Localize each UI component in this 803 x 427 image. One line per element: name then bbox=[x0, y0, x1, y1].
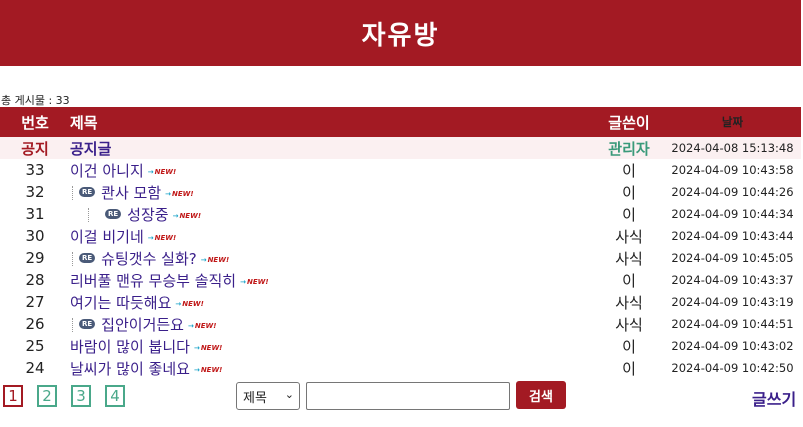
column-header-num: 번호 bbox=[0, 107, 70, 137]
notice-date: 2024-04-08 15:13:48 bbox=[664, 137, 801, 159]
new-badge-icon: NEW! bbox=[175, 300, 204, 308]
page-link-3[interactable]: 3 bbox=[71, 385, 91, 407]
notice-author: 관리자 bbox=[594, 137, 664, 159]
post-number: 26 bbox=[25, 315, 45, 333]
post-title-link[interactable]: 여기는 따듯해요 bbox=[70, 294, 171, 312]
page-link-1[interactable]: 1 bbox=[3, 385, 23, 407]
new-badge-icon: NEW! bbox=[194, 344, 223, 352]
post-date: 2024-04-09 10:43:58 bbox=[671, 163, 794, 177]
post-author: 이 bbox=[622, 205, 636, 224]
reply-indent-line bbox=[72, 186, 77, 200]
reply-badge-icon: RE bbox=[79, 187, 96, 197]
table-row: 28 리버풀 맨유 무승부 솔직히 NEW! 이 2024-04-09 10:43:37 bbox=[0, 269, 801, 291]
post-author: 사식 bbox=[615, 293, 643, 312]
table-row: 30 이걸 비기네 NEW! 사식 2024-04-09 10:43:44 bbox=[0, 225, 801, 247]
notice-title-link[interactable]: 공지글 bbox=[70, 140, 111, 158]
table-row: 32 RE 콴사 모함 NEW! 이 2024-04-09 10:44:26 bbox=[0, 181, 801, 203]
new-badge-icon: NEW! bbox=[188, 322, 217, 330]
search-field-select[interactable]: 제목 ⌄ bbox=[236, 382, 300, 410]
post-title-link[interactable]: 이걸 비기네 bbox=[70, 228, 144, 246]
reply-badge-icon: RE bbox=[79, 253, 96, 263]
post-author: 이 bbox=[622, 359, 636, 378]
board-header-banner: 자유방 bbox=[0, 0, 801, 66]
page-link-4[interactable]: 4 bbox=[105, 385, 125, 407]
post-date: 2024-04-09 10:43:19 bbox=[671, 295, 794, 309]
post-number: 27 bbox=[25, 293, 45, 311]
post-title-link[interactable]: 콴사 모함 bbox=[101, 184, 161, 202]
pagination: 1234 bbox=[3, 385, 125, 407]
column-header-date: 날짜 bbox=[664, 107, 801, 137]
new-badge-icon: NEW! bbox=[201, 256, 230, 264]
post-title-link[interactable]: 날씨가 많이 좋네요 bbox=[70, 360, 190, 378]
post-author: 사식 bbox=[615, 227, 643, 246]
post-author: 이 bbox=[622, 271, 636, 290]
post-date: 2024-04-09 10:44:34 bbox=[671, 207, 794, 221]
post-number: 25 bbox=[25, 337, 45, 355]
reply-badge-icon: RE bbox=[79, 319, 96, 329]
post-number: 30 bbox=[25, 227, 45, 245]
post-date: 2024-04-09 10:44:51 bbox=[671, 317, 794, 331]
notice-row: 공지 공지글 관리자 2024-04-08 15:13:48 bbox=[0, 137, 801, 159]
post-number: 33 bbox=[25, 161, 45, 179]
post-author: 이 bbox=[622, 161, 636, 180]
post-date: 2024-04-09 10:45:05 bbox=[671, 251, 794, 265]
post-number: 32 bbox=[25, 183, 45, 201]
new-badge-icon: NEW! bbox=[240, 278, 269, 286]
new-badge-icon: NEW! bbox=[165, 190, 194, 198]
reply-indent-line bbox=[88, 208, 103, 222]
reply-indent-line bbox=[72, 318, 77, 332]
column-header-title: 제목 bbox=[70, 107, 594, 137]
search-input[interactable] bbox=[306, 382, 510, 410]
post-table: 번호 제목 글쓴이 날짜 공지 공지글 관리자 2024-04-08 15:13… bbox=[0, 107, 801, 379]
post-title-link[interactable]: 바람이 많이 붑니다 bbox=[70, 338, 190, 356]
table-row: 25 바람이 많이 붑니다 NEW! 이 2024-04-09 10:43:02 bbox=[0, 335, 801, 357]
board-title: 자유방 bbox=[361, 20, 440, 51]
post-date: 2024-04-09 10:43:02 bbox=[671, 339, 794, 353]
new-badge-icon: NEW! bbox=[194, 366, 223, 374]
write-post-link[interactable]: 글쓰기 bbox=[752, 386, 796, 410]
post-title-link[interactable]: 이건 아니지 bbox=[70, 162, 144, 180]
post-author: 이 bbox=[622, 337, 636, 356]
post-author: 사식 bbox=[615, 315, 643, 334]
post-number: 31 bbox=[25, 205, 45, 223]
post-title-link[interactable]: 슈팅갯수 실화? bbox=[101, 250, 197, 268]
reply-badge-icon: RE bbox=[105, 209, 122, 219]
post-title-link[interactable]: 집안이거든요 bbox=[101, 316, 184, 334]
post-number: 24 bbox=[25, 359, 45, 377]
post-number: 28 bbox=[25, 271, 45, 289]
post-author: 사식 bbox=[615, 249, 643, 268]
table-header-row: 번호 제목 글쓴이 날짜 bbox=[0, 107, 801, 137]
post-title-link[interactable]: 성장중 bbox=[127, 206, 168, 224]
new-badge-icon: NEW! bbox=[148, 234, 177, 242]
new-badge-icon: NEW! bbox=[148, 168, 177, 176]
new-badge-icon: NEW! bbox=[173, 212, 201, 220]
table-row: 24 날씨가 많이 좋네요 NEW! 이 2024-04-09 10:42:50 bbox=[0, 357, 801, 379]
post-title-link[interactable]: 리버풀 맨유 무승부 솔직히 bbox=[70, 272, 236, 290]
chevron-down-icon: ⌄ bbox=[284, 388, 294, 401]
table-row: 26 RE 집안이거든요 NEW! 사식 2024-04-09 10:44:51 bbox=[0, 313, 801, 335]
table-row: 29 RE 슈팅갯수 실화? NEW! 사식 2024-04-09 10:45:05 bbox=[0, 247, 801, 269]
notice-label: 공지 bbox=[0, 137, 70, 159]
total-post-count: 총 게시물 : 33 bbox=[1, 94, 70, 107]
post-date: 2024-04-09 10:43:37 bbox=[671, 273, 794, 287]
table-row: 33 이건 아니지 NEW! 이 2024-04-09 10:43:58 bbox=[0, 159, 801, 181]
search-button[interactable]: 검색 bbox=[516, 381, 566, 409]
reply-indent-line bbox=[72, 252, 77, 266]
column-header-author: 글쓴이 bbox=[594, 107, 664, 137]
table-row: 31 RE 성장중 NEW! 이 2024-04-09 10:44:34 bbox=[0, 203, 801, 225]
page-link-2[interactable]: 2 bbox=[37, 385, 57, 407]
post-author: 이 bbox=[622, 183, 636, 202]
search-field-selected: 제목 bbox=[243, 390, 267, 406]
post-date: 2024-04-09 10:43:44 bbox=[671, 229, 794, 243]
table-row: 27 여기는 따듯해요 NEW! 사식 2024-04-09 10:43:19 bbox=[0, 291, 801, 313]
post-number: 29 bbox=[25, 249, 45, 267]
post-date: 2024-04-09 10:42:50 bbox=[671, 361, 794, 375]
post-date: 2024-04-09 10:44:26 bbox=[671, 185, 794, 199]
